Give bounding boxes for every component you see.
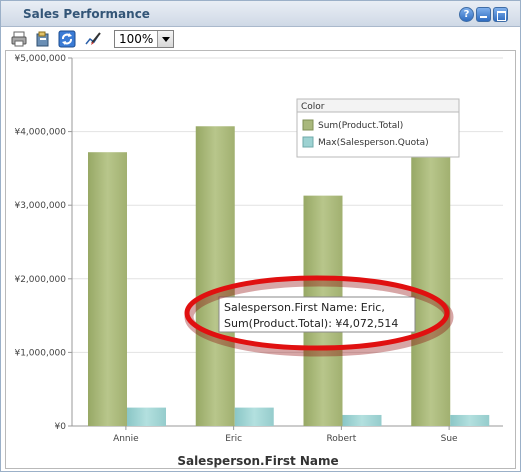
edit-icon[interactable]: [84, 30, 102, 48]
zoom-value: 100%: [119, 32, 154, 46]
minimize-icon[interactable]: [476, 7, 491, 22]
y-tick-label: ¥2,000,000: [14, 275, 66, 285]
bar-total-sue[interactable]: [411, 134, 451, 426]
window-title: Sales Performance: [23, 7, 150, 21]
export-icon[interactable]: [34, 30, 52, 48]
bar-total-eric[interactable]: [195, 126, 235, 426]
x-axis-ticks: Annie Eric Robert Sue: [113, 426, 458, 444]
bar-quota-robert[interactable]: [342, 414, 382, 426]
x-tick-label: Robert: [326, 434, 356, 444]
legend-label-total: Sum(Product.Total): [318, 121, 403, 131]
y-tick-label: ¥0: [55, 422, 67, 432]
x-axis-title: Salesperson.First Name: [177, 454, 338, 468]
legend-label-quota: Max(Salesperson.Quota): [318, 138, 429, 148]
bar-total-annie[interactable]: [88, 152, 127, 426]
bar-quota-annie[interactable]: [127, 407, 166, 426]
help-icon[interactable]: ?: [459, 7, 474, 22]
chart-area: ¥0 ¥1,000,000 ¥2,000,000 ¥3,000,000 ¥4,000,0…: [5, 50, 516, 469]
bar-quota-eric[interactable]: [234, 407, 274, 426]
toolbar: 100%: [1, 27, 520, 49]
y-tick-label: ¥5,000,000: [14, 54, 66, 64]
tooltip-line-2: Sum(Product.Total): ¥4,072,514: [224, 317, 398, 330]
legend-swatch-total: [302, 119, 314, 131]
title-bar: Sales Performance ?: [1, 1, 520, 27]
refresh-icon[interactable]: [58, 30, 76, 48]
zoom-select[interactable]: 100%: [114, 30, 174, 48]
maximize-icon[interactable]: [493, 7, 508, 22]
y-tick-label: ¥3,000,000: [14, 201, 66, 211]
legend-swatch-quota: [302, 136, 314, 148]
bar-chart: ¥0 ¥1,000,000 ¥2,000,000 ¥3,000,000 ¥4,000,0…: [14, 54, 503, 468]
tooltip-line-1: Salesperson.First Name: Eric,: [224, 301, 385, 314]
legend-title: Color: [301, 102, 325, 112]
x-tick-label: Eric: [225, 434, 242, 444]
bar-quota-sue[interactable]: [450, 414, 490, 426]
bars: [88, 126, 490, 426]
y-tick-label: ¥4,000,000: [14, 128, 66, 138]
legend: Color Sum(Product.Total) Max(Salesperson…: [296, 98, 460, 158]
x-tick-label: Sue: [441, 434, 458, 444]
tooltip: Salesperson.First Name: Eric, Sum(Produc…: [218, 296, 416, 333]
chevron-down-icon[interactable]: [157, 31, 173, 47]
y-axis-ticks: ¥0 ¥1,000,000 ¥2,000,000 ¥3,000,000 ¥4,000,0…: [14, 54, 72, 432]
x-tick-label: Annie: [113, 434, 139, 444]
sales-performance-window: Sales Performance ? 100% ¥0 ¥1,000,000 ¥…: [0, 0, 521, 472]
print-icon[interactable]: [10, 30, 28, 48]
y-tick-label: ¥1,000,000: [14, 348, 66, 358]
